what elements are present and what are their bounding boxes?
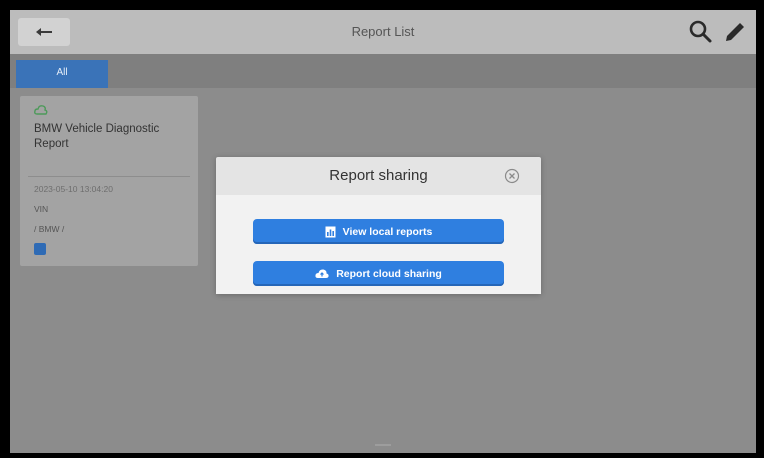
report-type-badge — [34, 243, 46, 255]
top-bar: Report List — [10, 10, 756, 54]
report-date: 2023-05-10 13:04:20 — [34, 184, 113, 194]
report-sharing-dialog: Report sharing View local reports Report… — [216, 157, 541, 294]
tab-all[interactable]: All — [16, 60, 108, 88]
tab-bar — [10, 54, 756, 88]
pencil-icon — [726, 23, 744, 41]
report-cloud-sharing-button[interactable]: Report cloud sharing — [253, 261, 504, 286]
search-icon — [689, 20, 712, 43]
report-title: BMW Vehicle Diagnostic Report — [34, 123, 160, 150]
page-title: Report List — [351, 24, 415, 39]
report-cloud-sharing-label: Report cloud sharing — [336, 267, 442, 280]
report-vin: VIN — [34, 204, 49, 214]
dialog-header: Report sharing — [216, 157, 541, 195]
cloud-icon — [34, 105, 48, 115]
cloud-upload-icon — [315, 269, 329, 278]
report-model: / BMW / — [34, 224, 65, 234]
report-card[interactable]: BMW Vehicle Diagnostic Report 2023-05-10… — [20, 96, 198, 266]
close-button[interactable] — [504, 168, 520, 184]
dialog-title: Report sharing — [329, 167, 428, 184]
bottom-handle — [375, 444, 391, 446]
dialog-body: View local reports Report cloud sharing — [216, 195, 541, 294]
edit-button[interactable] — [722, 19, 748, 45]
report-icon — [325, 226, 336, 237]
view-local-reports-label: View local reports — [342, 225, 433, 238]
view-local-reports-button[interactable]: View local reports — [253, 219, 504, 244]
close-icon — [504, 168, 520, 184]
search-button[interactable] — [688, 19, 714, 45]
card-divider — [28, 176, 190, 177]
